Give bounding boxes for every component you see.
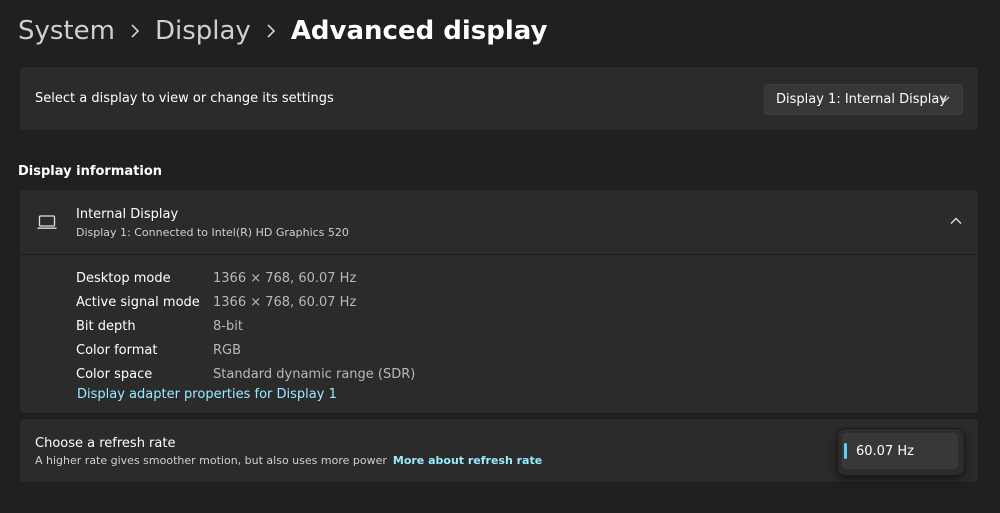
- info-row-active-signal-mode: Active signal mode 1366 × 768, 60.07 Hz: [76, 290, 415, 314]
- advanced-display-page: System Display Advanced display Select a…: [0, 0, 1000, 513]
- display-info-rows: Desktop mode 1366 × 768, 60.07 Hz Active…: [76, 266, 415, 386]
- refresh-rate-description-text: A higher rate gives smoother motion, but…: [35, 454, 387, 467]
- info-label: Desktop mode: [76, 270, 171, 286]
- display-select-value: Display 1: Internal Display: [776, 92, 947, 107]
- info-value: RGB: [213, 342, 242, 358]
- breadcrumb-display[interactable]: Display: [155, 16, 251, 46]
- selection-indicator: [844, 443, 847, 459]
- info-label: Color space: [76, 366, 153, 382]
- display-select-dropdown[interactable]: Display 1: Internal Display: [764, 84, 963, 115]
- info-value: Standard dynamic range (SDR): [213, 366, 416, 382]
- display-adapter-properties-link[interactable]: Display adapter properties for Display 1: [77, 387, 337, 402]
- refresh-rate-card: Choose a refresh rate A higher rate give…: [19, 418, 979, 483]
- display-connection: Display 1: Connected to Intel(R) HD Grap…: [76, 226, 349, 239]
- info-row-desktop-mode: Desktop mode 1366 × 768, 60.07 Hz: [76, 266, 415, 290]
- info-label: Bit depth: [76, 318, 136, 334]
- refresh-rate-dropdown: 60.07 Hz: [838, 429, 964, 475]
- info-value: 8-bit: [213, 318, 243, 334]
- breadcrumb-system[interactable]: System: [18, 16, 115, 46]
- breadcrumb: System Display Advanced display: [18, 12, 547, 50]
- info-value: 1366 × 768, 60.07 Hz: [213, 294, 357, 310]
- info-label: Color format: [76, 342, 158, 358]
- laptop-icon: [37, 215, 57, 229]
- page-title: Advanced display: [290, 16, 548, 46]
- display-information-card: Internal Display Display 1: Connected to…: [19, 189, 979, 414]
- info-row-color-format: Color format RGB: [76, 338, 415, 362]
- display-select-label: Select a display to view or change its s…: [35, 91, 334, 106]
- info-row-bit-depth: Bit depth 8-bit: [76, 314, 415, 338]
- refresh-rate-title: Choose a refresh rate: [35, 436, 176, 451]
- refresh-rate-description: A higher rate gives smoother motion, but…: [35, 454, 542, 467]
- display-name: Internal Display: [76, 207, 179, 222]
- info-label: Active signal mode: [76, 294, 200, 310]
- chevron-down-icon: [940, 96, 950, 102]
- refresh-rate-option-selected[interactable]: 60.07 Hz: [842, 433, 958, 469]
- display-select-card: Select a display to view or change its s…: [19, 66, 979, 131]
- chevron-right-icon: [251, 24, 291, 38]
- info-row-color-space: Color space Standard dynamic range (SDR): [76, 362, 415, 386]
- refresh-rate-value: 60.07 Hz: [856, 443, 914, 459]
- info-value: 1366 × 768, 60.07 Hz: [213, 270, 357, 286]
- display-information-header[interactable]: Internal Display Display 1: Connected to…: [20, 190, 978, 255]
- more-about-refresh-rate-link[interactable]: More about refresh rate: [393, 454, 542, 467]
- chevron-right-icon: [115, 24, 155, 38]
- section-title-display-information: Display information: [18, 164, 163, 179]
- chevron-up-icon[interactable]: [950, 216, 962, 226]
